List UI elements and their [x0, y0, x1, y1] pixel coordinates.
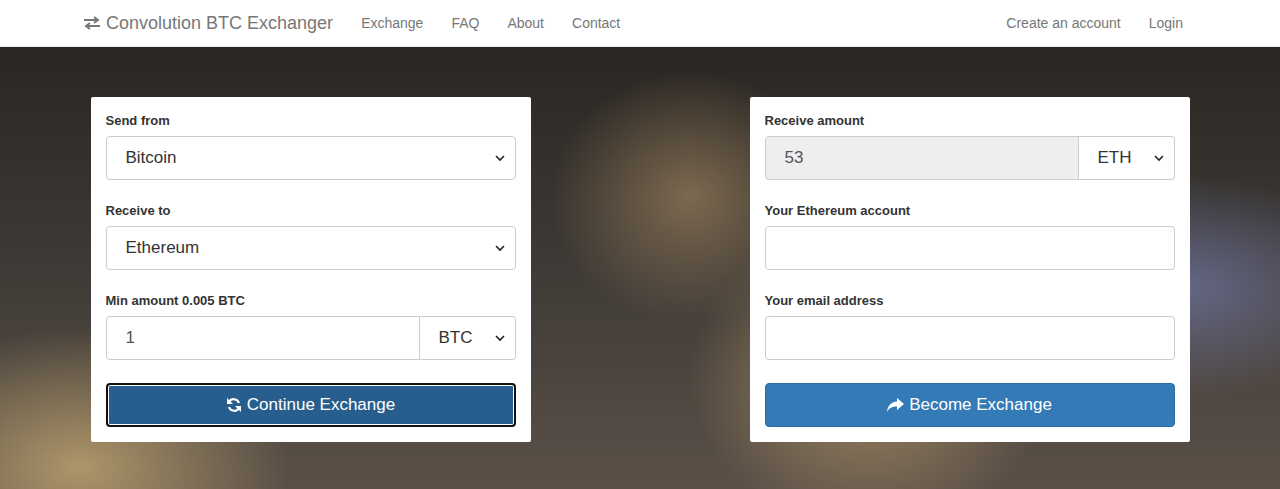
- share-arrow-icon: [887, 398, 904, 413]
- send-from-label: Send from: [106, 113, 516, 129]
- chevron-down-icon: [495, 335, 505, 342]
- receive-to-select[interactable]: Ethereum: [106, 226, 516, 270]
- chevron-down-icon: [495, 155, 505, 162]
- page: Convolution BTC Exchanger ExchangeFAQAbou…: [0, 0, 1280, 489]
- account-input[interactable]: [765, 226, 1175, 270]
- receive-unit-select[interactable]: ETH: [1079, 136, 1175, 180]
- receive-amount-label: Receive amount: [765, 113, 1175, 129]
- account-link[interactable]: Login: [1135, 15, 1197, 31]
- brand-text: Convolution BTC Exchanger: [106, 13, 333, 34]
- receive-amount-input: [765, 136, 1079, 180]
- send-panel: Send from Bitcoin Receive to Ethereum Min am…: [91, 97, 531, 442]
- nav-links: ExchangeFAQAboutContact: [347, 15, 634, 31]
- account-label: Your Ethereum account: [765, 203, 1175, 219]
- navbar: Convolution BTC Exchanger ExchangeFAQAbou…: [0, 0, 1280, 47]
- nav-link[interactable]: About: [493, 15, 558, 31]
- amount-group: BTC: [106, 316, 516, 360]
- receive-to-label: Receive to: [106, 203, 516, 219]
- receive-panel: Receive amount ETH Your Ethereum account Yo…: [750, 97, 1190, 442]
- amount-unit-select[interactable]: BTC: [420, 316, 516, 360]
- amount-label: Min amount 0.005 BTC: [106, 293, 516, 309]
- email-label: Your email address: [765, 293, 1175, 309]
- exchange-arrows-icon: [83, 16, 101, 30]
- chevron-down-icon: [495, 245, 505, 252]
- hero-background: Send from Bitcoin Receive to Ethereum Min am…: [0, 47, 1280, 489]
- nav-link[interactable]: FAQ: [437, 15, 493, 31]
- nav-link[interactable]: Contact: [558, 15, 634, 31]
- refresh-icon: [226, 397, 242, 413]
- chevron-down-icon: [1154, 155, 1164, 162]
- amount-input[interactable]: [106, 316, 420, 360]
- account-link[interactable]: Create an account: [992, 15, 1134, 31]
- nav-link[interactable]: Exchange: [347, 15, 437, 31]
- email-input[interactable]: [765, 316, 1175, 360]
- brand-link[interactable]: Convolution BTC Exchanger: [83, 13, 333, 34]
- continue-exchange-button[interactable]: Continue Exchange: [106, 383, 516, 427]
- receive-amount-group: ETH: [765, 136, 1175, 180]
- account-links: Create an accountLogin: [992, 15, 1197, 31]
- send-from-select[interactable]: Bitcoin: [106, 136, 516, 180]
- become-exchange-button[interactable]: Become Exchange: [765, 383, 1175, 427]
